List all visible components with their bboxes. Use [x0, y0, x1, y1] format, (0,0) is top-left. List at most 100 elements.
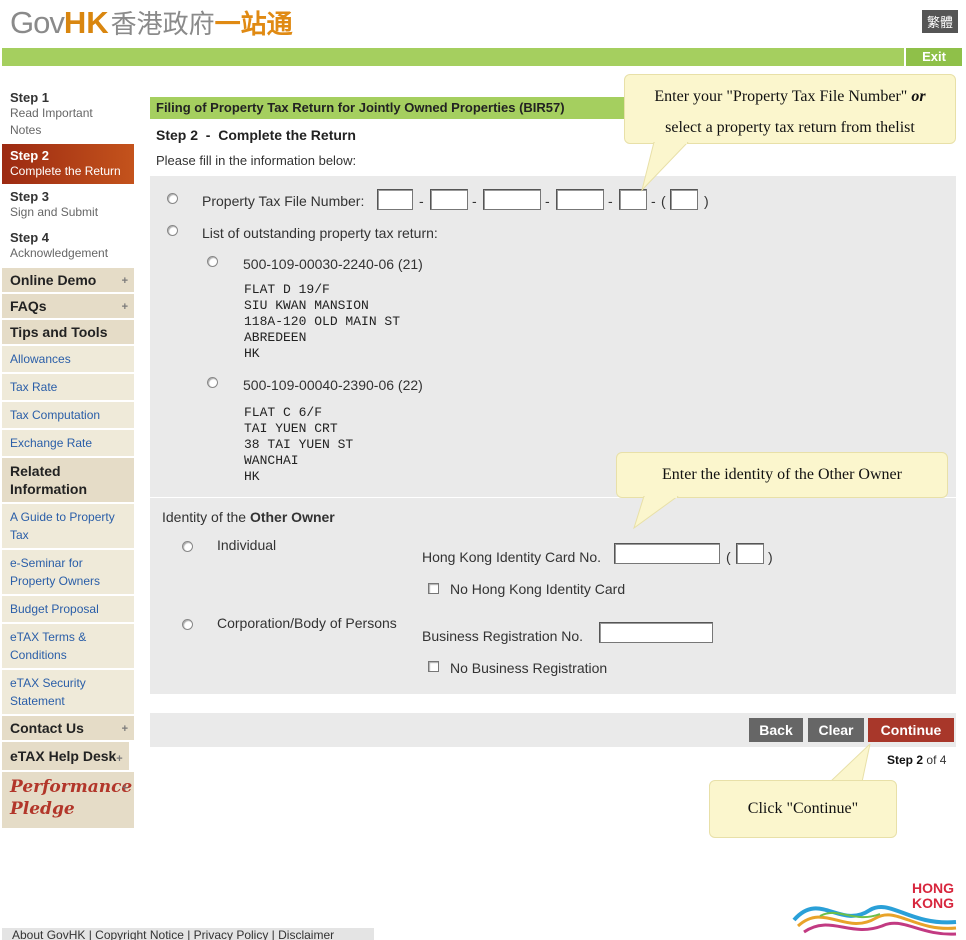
individual-radio[interactable]	[182, 541, 193, 552]
action-bar: Back Clear Continue	[150, 713, 956, 747]
sidebar: Step 1 Read Important Notes Step 2 Compl…	[2, 86, 134, 828]
sidebar-contact-us[interactable]: Contact Us +	[2, 716, 134, 742]
sidebar-link-allowances[interactable]: Allowances	[2, 346, 134, 374]
hkid-check-digit-input[interactable]	[736, 543, 764, 564]
sidebar-related-information: Related Information	[2, 458, 134, 504]
step-subtitle: Complete the Return	[10, 164, 121, 178]
sidebar-link-tax-rate[interactable]: Tax Rate	[2, 374, 134, 402]
step-title: Step 1	[10, 90, 50, 105]
instruction-text: Please fill in the information below:	[156, 153, 357, 168]
callout-ptfn-line1-text: Enter your "Property Tax File Number"	[654, 88, 912, 105]
identity-heading-prefix: Identity of the	[162, 509, 250, 525]
step-indicator: Step 2 of 4	[887, 753, 946, 767]
return-1-address: FLAT D 19/F SIU KWAN MANSION 118A-120 OL…	[244, 282, 401, 361]
ptfn-field-4[interactable]	[556, 189, 604, 210]
ptfn-field-3[interactable]	[483, 189, 541, 210]
hk-logo-line2: KONG	[912, 895, 954, 911]
no-br-label: No Business Registration	[450, 660, 608, 676]
step-subtitle: Read Important Notes	[10, 106, 93, 137]
sidebar-step-3: Step 3 Sign and Submit	[2, 185, 134, 226]
logo-chinese-text-accent: 一站通	[214, 10, 293, 40]
step-heading: Step 2 - Complete the Return	[156, 127, 356, 143]
expand-plus-icon: +	[116, 753, 123, 765]
contact-us-label: Contact Us	[10, 720, 84, 736]
ptfn-field-1[interactable]	[377, 189, 413, 210]
step-indicator-word: Step	[887, 753, 914, 767]
faqs-label: FAQs	[10, 298, 47, 314]
brand-hong-kong-logo: HONG KONG	[792, 880, 957, 936]
sidebar-performance-pledge[interactable]: Performance Pledge +	[2, 772, 134, 828]
clear-button[interactable]: Clear	[808, 718, 864, 742]
logo-gov-text: Gov	[10, 5, 65, 40]
hkid-input[interactable]	[614, 543, 720, 564]
ptfn-field-5[interactable]	[619, 189, 647, 210]
no-hkid-label: No Hong Kong Identity Card	[450, 581, 626, 597]
help-desk-label: eTAX Help Desk	[10, 748, 117, 764]
callout-ptfn-line2: select a property tax return from thelis…	[665, 119, 915, 136]
ptfn-dash: -	[651, 193, 656, 209]
continue-button[interactable]: Continue	[868, 718, 954, 742]
ptfn-radio[interactable]	[167, 193, 178, 204]
identity-heading: Identity of the Other Owner	[162, 509, 335, 525]
sidebar-link-guide-property-tax[interactable]: A Guide to Property Tax	[2, 504, 134, 550]
sidebar-link-tax-computation[interactable]: Tax Computation	[2, 402, 134, 430]
step-subtitle: Sign and Submit	[10, 205, 99, 219]
expand-plus-icon: +	[121, 275, 128, 287]
callout-identity-text: Enter the identity of the Other Owner	[662, 466, 902, 483]
exit-button[interactable]: Exit	[904, 48, 962, 66]
sidebar-faqs[interactable]: FAQs +	[2, 294, 134, 320]
sidebar-link-e-seminar[interactable]: e-Seminar for Property Owners	[2, 550, 134, 596]
callout-continue-hint: Click "Continue"	[709, 780, 897, 838]
step-subtitle: Acknowledgement	[10, 246, 109, 260]
return-2-number: 500-109-00040-2390-06 (22)	[243, 377, 423, 393]
sidebar-step-4: Step 4 Acknowledgement	[2, 226, 134, 267]
sidebar-etax-help-desk[interactable]: eTAX Help Desk +	[2, 742, 129, 772]
sidebar-link-exchange-rate[interactable]: Exchange Rate	[2, 430, 134, 458]
ptfn-paren-close: )	[704, 193, 709, 209]
callout-continue-pointer	[829, 744, 871, 782]
footer-links[interactable]: About GovHK | Copyright Notice | Privacy…	[2, 928, 374, 940]
sidebar-online-demo[interactable]: Online Demo +	[2, 268, 134, 294]
callout-ptfn-pointer	[641, 142, 689, 192]
list-label: List of outstanding property tax return:	[202, 225, 438, 241]
return-2-radio[interactable]	[207, 377, 218, 388]
expand-plus-icon: +	[121, 782, 128, 794]
corporation-label: Corporation/Body of Persons	[217, 615, 397, 631]
top-nav-bar: Exit	[2, 48, 962, 66]
no-hkid-checkbox[interactable]	[428, 583, 439, 594]
online-demo-label: Online Demo	[10, 272, 97, 288]
hkid-label: Hong Kong Identity Card No.	[422, 549, 601, 565]
expand-plus-icon: +	[121, 723, 128, 735]
logo-hk-text: HK	[63, 5, 109, 40]
ptfn-paren-open: (	[661, 193, 666, 209]
callout-ptfn-or: or	[911, 88, 926, 105]
sidebar-link-etax-terms[interactable]: eTAX Terms & Conditions	[2, 624, 134, 670]
sidebar-step-1: Step 1 Read Important Notes	[2, 86, 134, 144]
related-info-label: Related Information	[10, 463, 87, 497]
list-radio[interactable]	[167, 225, 178, 236]
ptfn-label: Property Tax File Number:	[202, 193, 365, 209]
hkid-paren-close: )	[768, 549, 773, 565]
language-switch-button[interactable]: 繁體	[921, 10, 958, 33]
step-title: Step 2	[10, 148, 50, 163]
expand-plus-icon: +	[121, 301, 128, 313]
br-label: Business Registration No.	[422, 628, 584, 644]
step-title: Step 3	[10, 189, 50, 204]
corporation-radio[interactable]	[182, 619, 193, 630]
govhk-logo[interactable]: Gov HK 香港政府 一站通	[10, 4, 293, 40]
step-indicator-number: 2	[916, 753, 924, 767]
sidebar-step-2-active: Step 2 Complete the Return	[2, 144, 134, 185]
hk-logo-line1: HONG	[912, 880, 954, 896]
sidebar-tips-and-tools: Tips and Tools	[2, 320, 134, 346]
ptfn-field-2[interactable]	[430, 189, 468, 210]
ptfn-check-digit[interactable]	[670, 189, 698, 210]
sidebar-link-etax-security[interactable]: eTAX Security Statement	[2, 670, 134, 716]
ptfn-dash: -	[545, 193, 550, 209]
sidebar-link-budget-proposal[interactable]: Budget Proposal	[2, 596, 134, 624]
ptfn-dash: -	[608, 193, 613, 209]
no-br-checkbox[interactable]	[428, 661, 439, 672]
return-1-radio[interactable]	[207, 256, 218, 267]
step-title: Step 4	[10, 230, 50, 245]
back-button[interactable]: Back	[749, 718, 803, 742]
br-input[interactable]	[599, 622, 713, 643]
